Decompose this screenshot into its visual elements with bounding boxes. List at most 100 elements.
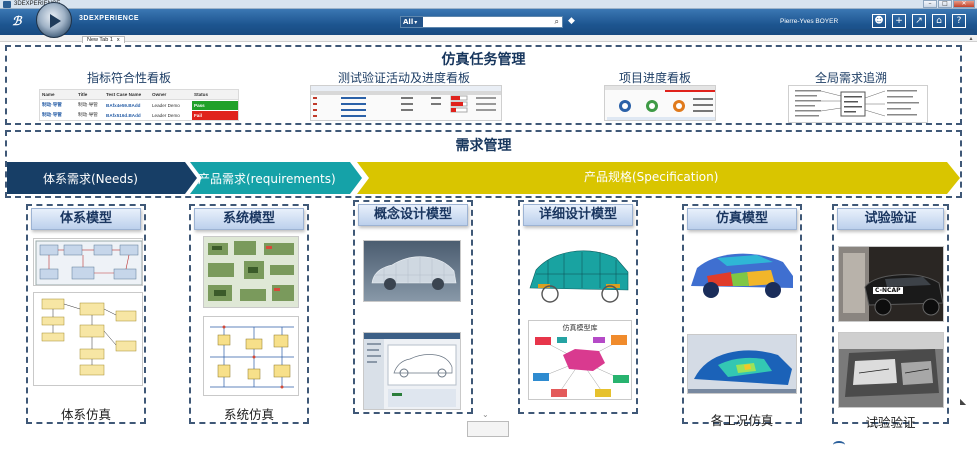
column-system-model: 系统模型 系统仿真 [189,204,309,424]
user-icon[interactable]: ☻ [872,14,886,28]
cell-name[interactable]: 制动·导管 [40,102,76,108]
search-scope-select[interactable]: All [401,17,423,27]
cell-case[interactable]: BAfx4e59.BAdd [104,103,150,108]
crash-test-graphic [839,247,943,321]
status-badge: Pass [192,100,238,110]
panel-title: 仿真任务管理 [441,52,526,68]
table-row[interactable]: 制动·导管 制动·导管 BAfx516d.BAdd Leader Demo Fa… [40,110,238,120]
column-title[interactable]: 试验验证 [837,208,944,230]
cell-title: 制动·导管 [78,112,98,117]
column-title[interactable]: 仿真模型 [687,208,797,230]
detail-body-graphic [529,250,629,303]
help-icon[interactable]: ? [952,14,966,28]
architecture-diagram-graphic [35,240,142,285]
dashboard-label[interactable]: 项目进度看板 [619,69,691,86]
cell-owner: Leader Demo [152,112,180,118]
app-icon [3,1,11,8]
user-name[interactable]: Pierre-Yves BOYER [780,18,838,25]
table-row[interactable]: 制动·导管 制动·导管 BAfx4e59.BAdd Leader Demo Pa… [40,100,238,110]
column-simulation-model: 仿真模型 各工况仿真 [682,204,802,428]
close-icon[interactable]: ✕ [953,0,975,8]
tab-strip: New Tab 1 x [0,35,977,43]
dashboard-label[interactable]: 全局需求追溯 [815,69,887,86]
stage-label[interactable]: 体系需求(Needs) [43,170,138,187]
column-test-validation: 试验验证 C-NCAP 试验验证 [832,204,949,430]
chevron-down-icon[interactable]: ⌄ [482,410,489,419]
home-icon[interactable]: ⌂ [932,14,946,28]
traceability-thumbnail[interactable] [788,85,928,123]
window-titlebar: 3DEXPERIENCE – □ ✕ [0,0,977,9]
behavior-diagram[interactable] [33,292,143,386]
stage-label[interactable]: 产品规格(Specification) [584,168,718,185]
progress-dashboard-graphic [311,86,501,117]
column-title[interactable]: 概念设计模型 [358,204,468,226]
column-header: Owner [152,92,167,97]
concept-car-model[interactable] [363,240,461,302]
column-footer: 试验验证 [865,415,916,430]
detail-body-mesh[interactable] [524,238,634,310]
cell-name[interactable]: 制动·导管 [40,112,76,118]
column-title[interactable]: 体系模型 [31,208,141,230]
loading-spinner-icon [833,441,845,449]
system-schematic[interactable] [203,316,299,396]
architecture-diagram[interactable] [33,238,143,286]
simulation-panel: 仿真任务管理 指标符合性看板 测试验证活动及进度看板 项目进度看板 全局需求追溯… [5,45,962,125]
column-title[interactable]: 系统模型 [194,208,304,230]
column-footer: 各工况仿真 [710,413,774,428]
bottom-panel-toggle[interactable] [467,421,509,437]
stage-label[interactable]: 产品需求(requirements) [198,170,336,187]
simulation-model-library[interactable]: 仿真模型库 [528,320,632,400]
scroll-up-icon[interactable]: ▴ [967,35,975,43]
system-schematic-graphic [210,325,294,389]
tab-new-tab-1[interactable]: New Tab 1 x [82,36,125,43]
status-badge: Fail [192,110,238,120]
search-icon[interactable]: ⌕ [555,17,559,27]
project-dashboard-thumbnail[interactable] [604,85,716,121]
column-footer: 体系仿真 [60,407,111,422]
plus-icon[interactable]: + [892,14,906,28]
crash-test-interior[interactable] [838,332,944,408]
tab-label: New Tab 1 [87,37,113,43]
close-tab-icon[interactable]: x [117,37,120,43]
fea-result-body[interactable] [687,334,797,394]
search-bar[interactable]: All ⌕ [400,16,563,28]
project-dashboard-graphic [605,86,715,120]
tag-icon[interactable]: ◆ [568,16,575,26]
column-header: Test Case Name [106,92,142,97]
crash-interior-graphic [839,333,943,407]
maximize-icon[interactable]: □ [938,0,952,8]
brand-label: 3DEXPERIENCE [79,15,140,22]
compass-icon[interactable] [36,2,72,38]
resize-corner-icon[interactable]: ◣ [960,397,966,406]
minimize-icon[interactable]: – [923,0,937,8]
table-header: Name Title Test Case Name Owner Status [40,90,238,100]
crash-badge: C-NCAP [873,287,903,294]
share-icon[interactable]: ↗ [912,14,926,28]
column-detail-design: 详细设计模型 仿真模型库 [518,200,638,414]
system-model-graphic [204,237,298,307]
app-window: 3DEXPERIENCE – □ ✕ ℬ 3DEXPERIENCE All ⌕ … [0,0,977,449]
dashboard-label[interactable]: 指标符合性看板 [87,69,171,86]
column-header: Status [194,92,209,97]
library-caption: 仿真模型库 [562,324,598,332]
fea-body-graphic [688,335,796,393]
requirements-panel: 需求管理 体系需求(Needs) 产品需求(requirements) 产品规格… [5,130,962,198]
crash-test-photo[interactable]: C-NCAP [838,246,944,322]
progress-dashboard-thumbnail[interactable] [310,85,502,121]
concept-car-graphic [364,241,460,301]
fea-result-side[interactable] [687,246,797,306]
column-header: Name [42,92,55,97]
column-footer: 系统仿真 [223,407,274,422]
cell-case[interactable]: BAfx516d.BAdd [104,113,150,118]
concept-cad-screenshot[interactable] [363,332,461,410]
requirements-flow [7,162,960,194]
cell-title: 制动·导管 [78,102,98,107]
system-model-screenshot[interactable] [203,236,299,308]
concept-cad-graphic [364,333,460,409]
column-concept-design: 概念设计模型 [353,200,473,414]
fea-side-graphic [691,253,793,298]
panel-title: 需求管理 [455,138,512,154]
dashboard-label[interactable]: 测试验证活动及进度看板 [338,69,470,86]
compliance-table[interactable]: Name Title Test Case Name Owner Status 制… [39,89,239,121]
column-title[interactable]: 详细设计模型 [523,204,633,226]
